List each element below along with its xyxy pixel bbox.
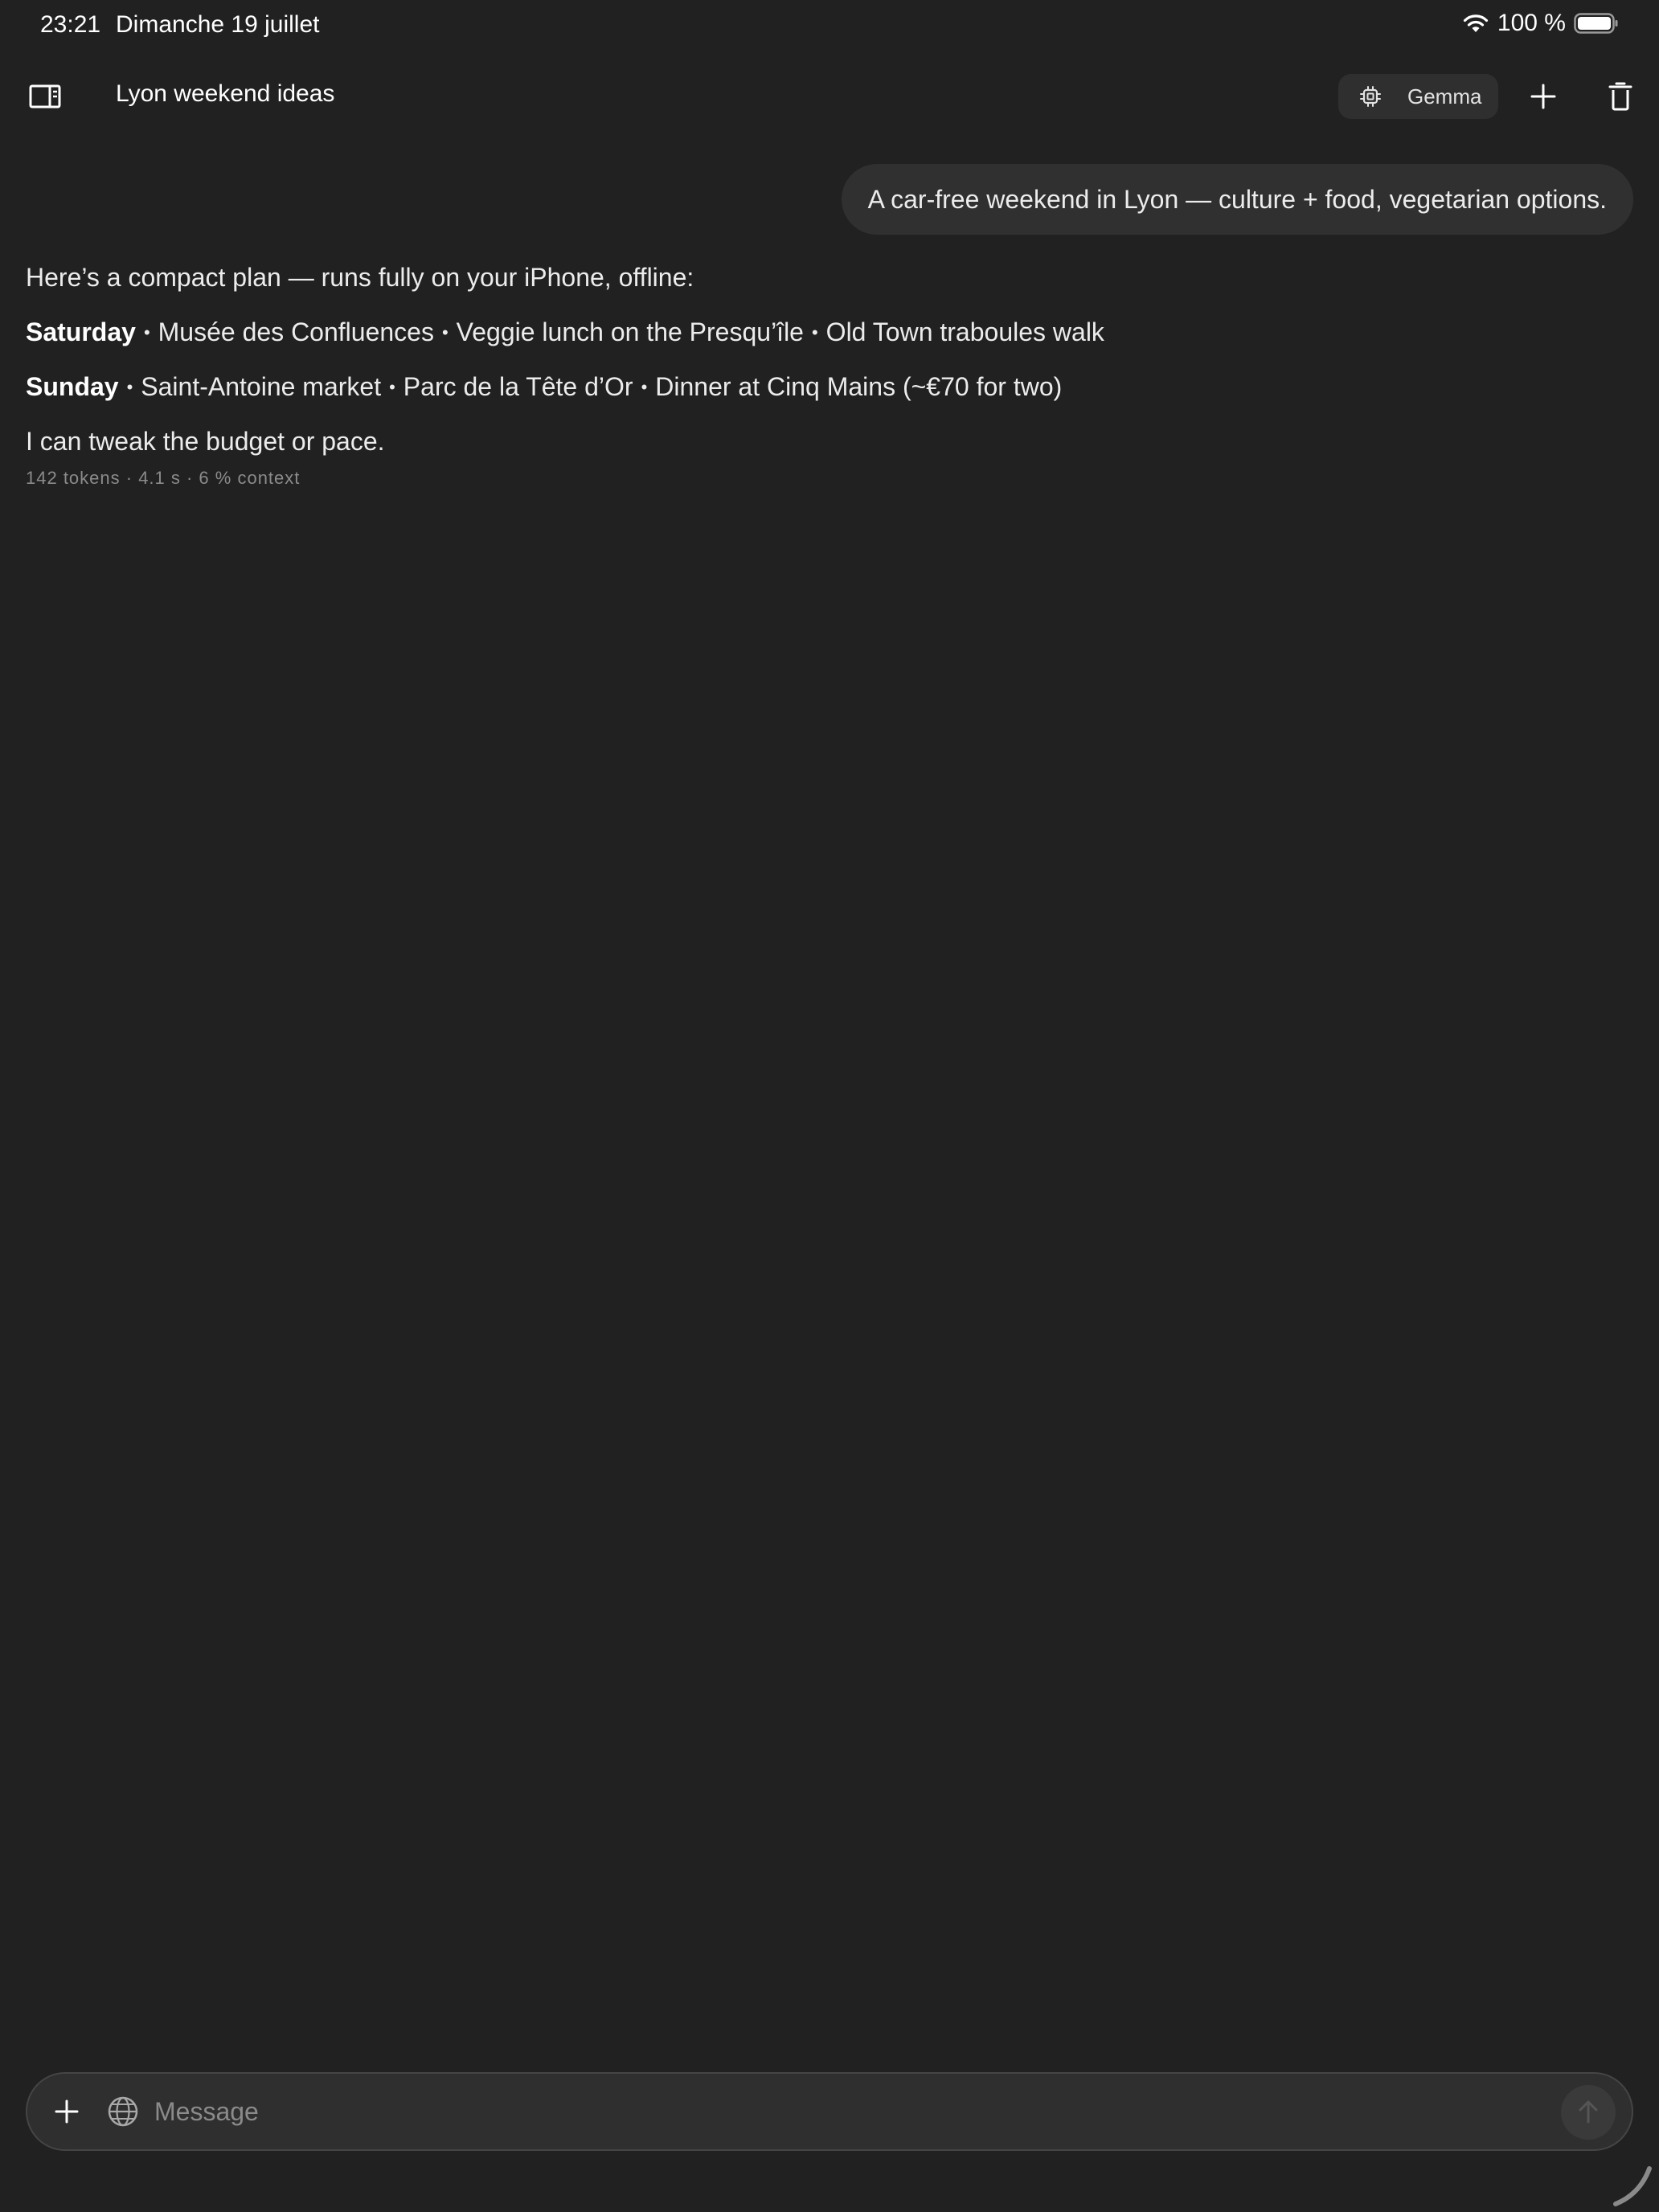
plan-item: Dinner at Cinq Mains (~€70 for two) xyxy=(655,372,1063,401)
sidebar-toggle-button[interactable] xyxy=(23,77,68,116)
status-indicators: 100 % xyxy=(1462,10,1619,37)
new-chat-button[interactable] xyxy=(1524,77,1563,116)
assistant-message: Here’s a compact plan — runs fully on yo… xyxy=(26,254,1601,473)
plan-item: Parc de la Tête d’Or xyxy=(403,372,633,401)
assistant-closing: I can tweak the budget or pace. xyxy=(26,427,385,456)
chip-icon xyxy=(1360,86,1381,107)
send-button[interactable] xyxy=(1561,2085,1616,2140)
plan-item: Musée des Confluences xyxy=(158,317,434,346)
day-label: Sunday xyxy=(26,372,119,401)
corner-indicator xyxy=(1613,2166,1652,2206)
day-label: Saturday xyxy=(26,317,136,346)
arrow-up-icon xyxy=(1579,2100,1598,2124)
status-bar: 23:21 Dimanche 19 juillet 100 % xyxy=(0,0,1659,51)
generation-stats: 142 tokens · 4.1 s · 6 % context xyxy=(26,468,301,488)
attach-button[interactable] xyxy=(47,2091,87,2132)
plus-icon xyxy=(55,2099,79,2124)
message-input[interactable] xyxy=(154,2087,1569,2136)
battery-percentage: 100 % xyxy=(1497,10,1566,36)
plus-icon xyxy=(1530,84,1556,109)
day-plan-saturday: Saturday • Musée des Confluences • Veggie lu… xyxy=(26,317,1104,346)
status-date: Dimanche 19 juillet xyxy=(116,11,320,38)
globe-icon xyxy=(108,2096,138,2127)
day-plan-sunday: Sunday • Saint-Antoine market • Parc de la T… xyxy=(26,372,1063,401)
status-time: 23:21 xyxy=(40,11,101,38)
user-message-bubble: A car-free weekend in Lyon — culture + f… xyxy=(841,164,1633,235)
plan-item: Saint-Antoine market xyxy=(141,372,382,401)
chat-title: Lyon weekend ideas xyxy=(116,80,335,107)
user-message-text: A car-free weekend in Lyon — culture + f… xyxy=(867,184,1607,214)
trash-icon xyxy=(1608,82,1632,111)
model-name: Gemma xyxy=(1407,84,1482,109)
model-selector-button[interactable]: Gemma xyxy=(1338,74,1498,119)
sidebar-icon xyxy=(29,84,61,109)
delete-chat-button[interactable] xyxy=(1601,77,1640,116)
top-bar: Lyon weekend ideas Gemma xyxy=(0,64,1659,129)
plan-item: Veggie lunch on the Presqu’île xyxy=(456,317,804,346)
battery-icon xyxy=(1574,13,1618,34)
web-search-button[interactable] xyxy=(103,2091,143,2132)
assistant-intro: Here’s a compact plan — runs fully on yo… xyxy=(26,263,694,292)
message-composer xyxy=(26,2072,1633,2151)
wifi-icon xyxy=(1463,14,1489,32)
plan-item: Old Town traboules walk xyxy=(825,317,1104,346)
